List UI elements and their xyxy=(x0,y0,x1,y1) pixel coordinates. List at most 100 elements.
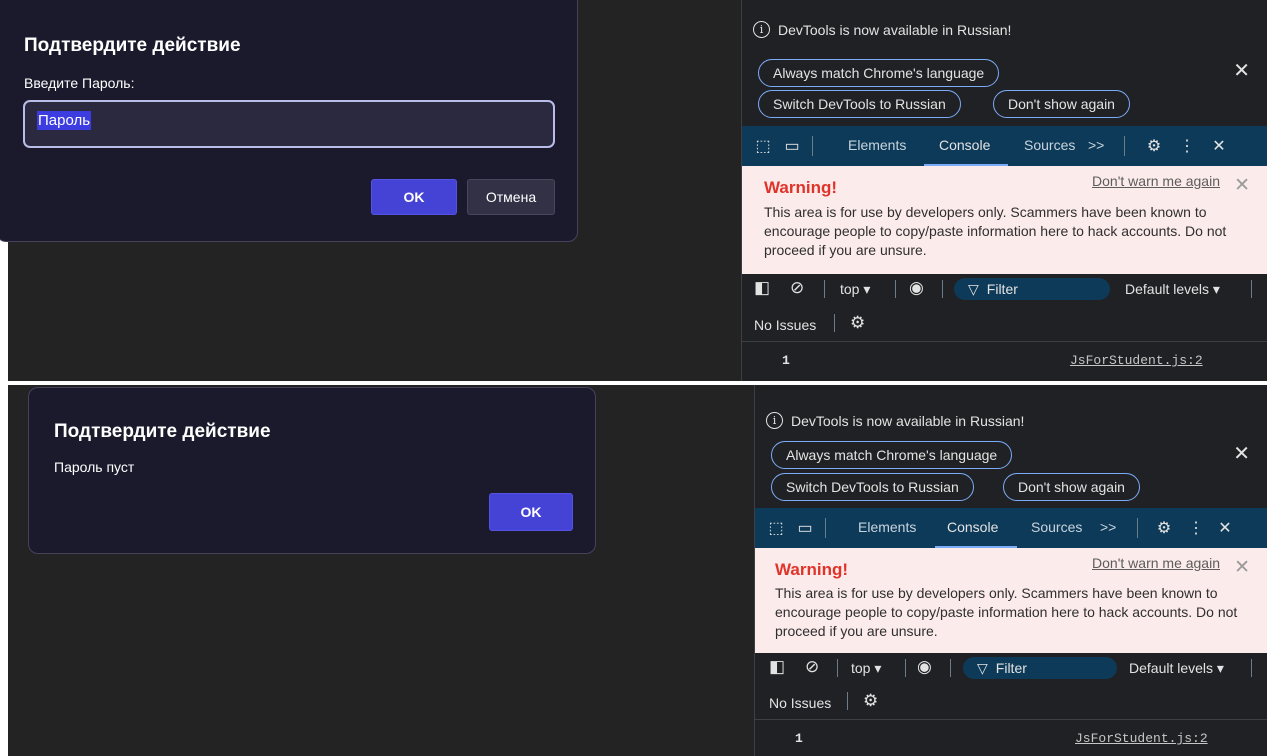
issues-bar: No Issues ⚙ xyxy=(755,684,1267,720)
source-link[interactable]: JsForStudent.js:2 xyxy=(1075,731,1208,746)
console-value: 1 xyxy=(795,731,803,746)
language-notice: i DevTools is now available in Russian! … xyxy=(755,385,1267,502)
tab-console[interactable]: Console xyxy=(947,519,998,535)
levels-label: Default levels xyxy=(1129,660,1214,676)
inspect-element-icon[interactable]: ⬚ xyxy=(765,517,787,539)
filter-icon: ▽ xyxy=(968,280,979,297)
divider xyxy=(1251,659,1252,677)
console-message: 1 JsForStudent.js:2 xyxy=(742,347,1267,377)
issues-count[interactable]: No Issues xyxy=(754,317,816,333)
tab-sources[interactable]: Sources xyxy=(1031,519,1082,535)
password-input[interactable]: Пароль xyxy=(23,100,555,148)
filter-placeholder: Filter xyxy=(995,660,1027,676)
switch-language-button[interactable]: Switch DevTools to Russian xyxy=(771,473,974,501)
issues-settings-icon[interactable]: ⚙ xyxy=(863,691,878,711)
divider xyxy=(942,280,943,298)
close-devtools-icon[interactable]: ✕ xyxy=(1214,517,1236,539)
divider xyxy=(905,659,906,677)
dialog-message: Пароль пуст xyxy=(54,459,135,475)
divider xyxy=(837,659,838,677)
divider xyxy=(847,692,848,710)
source-link[interactable]: JsForStudent.js:2 xyxy=(1070,353,1203,368)
dont-warn-link[interactable]: Don't warn me again xyxy=(1092,555,1220,571)
close-devtools-icon[interactable]: ✕ xyxy=(1208,135,1230,157)
settings-gear-icon[interactable]: ⚙ xyxy=(1153,517,1175,539)
issues-count[interactable]: No Issues xyxy=(769,695,831,711)
match-language-button[interactable]: Always match Chrome's language xyxy=(771,441,1013,469)
page-area: Подтвердите действие Пароль пуст OK xyxy=(8,385,754,756)
page-area: Подтвердите действие Введите Пароль: Пар… xyxy=(0,0,741,381)
issues-bar: No Issues ⚙ xyxy=(742,306,1267,342)
console-toolbar: ◧ ⊘ top ▾ ◉ ▽ Filter Default levels ▾ xyxy=(755,653,1267,683)
filter-input[interactable]: ▽ Filter xyxy=(954,278,1110,300)
kebab-menu-icon[interactable]: ⋮ xyxy=(1185,517,1207,539)
context-selector[interactable]: top ▾ xyxy=(851,660,881,677)
divider xyxy=(950,659,951,677)
live-expression-eye-icon[interactable]: ◉ xyxy=(909,278,924,298)
console-toolbar: ◧ ⊘ top ▾ ◉ ▽ Filter Default levels ▾ xyxy=(742,274,1267,304)
screenshot-bottom: Подтвердите действие Пароль пуст OK i De… xyxy=(0,385,1267,756)
match-language-button[interactable]: Always match Chrome's language xyxy=(758,59,1000,87)
devtools-tabbar: ⬚ ▭ Elements Console Sources >> ⚙ ⋮ ✕ xyxy=(742,126,1267,166)
close-icon[interactable]: ✕ xyxy=(1233,58,1250,83)
live-expression-eye-icon[interactable]: ◉ xyxy=(917,657,932,677)
device-toolbar-icon[interactable]: ▭ xyxy=(794,517,816,539)
tab-sources[interactable]: Sources xyxy=(1024,137,1075,153)
clear-console-icon[interactable]: ⊘ xyxy=(805,657,819,677)
self-xss-warning: Warning! Don't warn me again ✕ This area… xyxy=(742,166,1267,274)
dont-warn-link[interactable]: Don't warn me again xyxy=(1092,173,1220,189)
divider xyxy=(1251,280,1252,298)
tab-elements[interactable]: Elements xyxy=(858,519,916,535)
settings-gear-icon[interactable]: ⚙ xyxy=(1143,135,1165,157)
kebab-menu-icon[interactable]: ⋮ xyxy=(1176,135,1198,157)
divider xyxy=(1137,518,1138,538)
input-selected-text: Пароль xyxy=(37,111,92,130)
divider xyxy=(824,280,825,298)
notice-text: DevTools is now available in Russian! xyxy=(791,413,1025,429)
devtools-panel: i DevTools is now available in Russian! … xyxy=(754,385,1267,756)
context-selector[interactable]: top ▾ xyxy=(840,281,870,298)
levels-label: Default levels xyxy=(1125,281,1210,297)
ok-button[interactable]: OK xyxy=(371,179,457,215)
device-toolbar-icon[interactable]: ▭ xyxy=(781,135,803,157)
dialog-title: Подтвердите действие xyxy=(54,421,271,442)
warning-close-icon[interactable]: ✕ xyxy=(1234,556,1250,579)
warning-title: Warning! xyxy=(764,178,838,197)
info-icon: i xyxy=(766,412,783,429)
info-icon: i xyxy=(753,21,770,38)
sidebar-toggle-icon[interactable]: ◧ xyxy=(754,278,770,298)
close-icon[interactable]: ✕ xyxy=(1233,441,1250,466)
cancel-button[interactable]: Отмена xyxy=(467,179,555,215)
divider xyxy=(895,280,896,298)
divider xyxy=(825,518,826,538)
console-message: 1 JsForStudent.js:2 xyxy=(755,725,1267,755)
language-notice: i DevTools is now available in Russian! … xyxy=(742,0,1267,118)
warning-title: Warning! xyxy=(775,560,849,579)
log-levels-dropdown[interactable]: Default levels ▾ xyxy=(1129,660,1224,677)
notice-text: DevTools is now available in Russian! xyxy=(778,22,1012,38)
dialog-title: Подтвердите действие xyxy=(24,35,241,56)
filter-placeholder: Filter xyxy=(986,281,1018,297)
log-levels-dropdown[interactable]: Default levels ▾ xyxy=(1125,281,1220,298)
context-value: top xyxy=(851,660,871,676)
more-tabs-icon[interactable]: >> xyxy=(1100,519,1116,535)
ok-button[interactable]: OK xyxy=(489,493,573,531)
filter-input[interactable]: ▽ Filter xyxy=(963,657,1117,679)
tab-console[interactable]: Console xyxy=(939,137,990,153)
clear-console-icon[interactable]: ⊘ xyxy=(790,278,804,298)
dont-show-button[interactable]: Don't show again xyxy=(993,90,1130,118)
context-value: top xyxy=(840,281,860,297)
issues-settings-icon[interactable]: ⚙ xyxy=(850,313,865,333)
inspect-element-icon[interactable]: ⬚ xyxy=(752,135,774,157)
warning-close-icon[interactable]: ✕ xyxy=(1234,174,1250,197)
console-value: 1 xyxy=(782,353,790,368)
warning-body: This area is for use by developers only.… xyxy=(764,204,1227,258)
divider xyxy=(812,136,813,156)
dont-show-button[interactable]: Don't show again xyxy=(1003,473,1140,501)
alert-dialog: Подтвердите действие Пароль пуст OK xyxy=(28,387,596,554)
more-tabs-icon[interactable]: >> xyxy=(1088,137,1104,153)
devtools-panel: i DevTools is now available in Russian! … xyxy=(741,0,1267,381)
sidebar-toggle-icon[interactable]: ◧ xyxy=(769,657,785,677)
tab-elements[interactable]: Elements xyxy=(848,137,906,153)
switch-language-button[interactable]: Switch DevTools to Russian xyxy=(758,90,961,118)
